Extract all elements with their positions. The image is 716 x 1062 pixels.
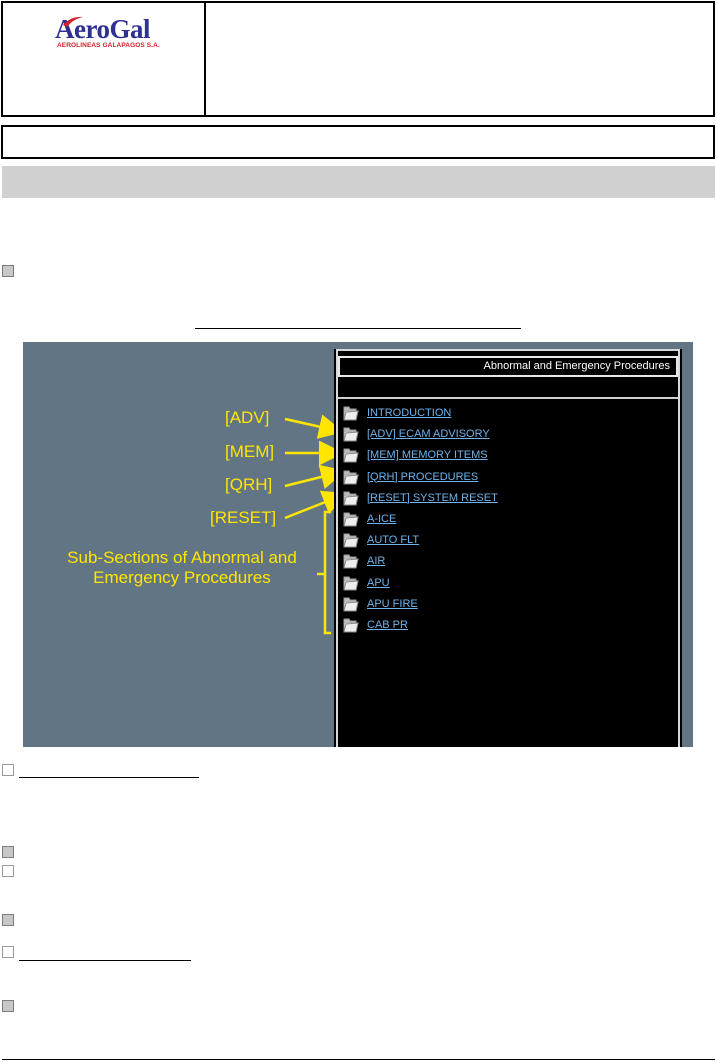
logo-tagline: AEROLINEAS GALAPAGOS S.A. bbox=[57, 42, 160, 49]
menu-item-label[interactable]: CAB PR bbox=[367, 619, 408, 631]
header-title-bar bbox=[1, 125, 715, 159]
header-logo-cell: AeroGal AEROLINEAS GALAPAGOS S.A. bbox=[1, 1, 206, 117]
header-info-cell bbox=[204, 1, 715, 117]
folder-icon bbox=[342, 405, 360, 422]
menu-item-label[interactable]: INTRODUCTION bbox=[367, 407, 451, 419]
menu-item-label[interactable]: [QRH] PROCEDURES bbox=[367, 471, 478, 483]
procedures-screen: Abnormal and Emergency Procedures INTROD… bbox=[334, 349, 682, 747]
checkbox-icon[interactable] bbox=[2, 1000, 14, 1012]
callout-qrh: [QRH] bbox=[225, 475, 273, 494]
menu-item-label[interactable]: AIR bbox=[367, 555, 385, 567]
callout-reset: [RESET] bbox=[210, 508, 277, 527]
folder-icon bbox=[342, 490, 360, 507]
checkbox-icon[interactable] bbox=[2, 914, 14, 926]
menu-item-label[interactable]: APU FIRE bbox=[367, 598, 418, 610]
checkbox-icon[interactable] bbox=[2, 865, 14, 877]
folder-icon bbox=[342, 596, 360, 613]
menu-item-label[interactable]: [ADV] ECAM ADVISORY bbox=[367, 428, 490, 440]
screen-title: Abnormal and Emergency Procedures bbox=[338, 356, 678, 377]
callout-subsections: Sub-Sections of Abnormal and Emergency P… bbox=[67, 548, 297, 587]
aerogal-swoosh-icon bbox=[63, 16, 83, 27]
caption-underline bbox=[195, 328, 521, 329]
footer-rule bbox=[2, 1059, 715, 1060]
menu-item-label[interactable]: [MEM] MEMORY ITEMS bbox=[367, 449, 488, 461]
section-heading-band bbox=[2, 166, 715, 198]
abnormal-procedures-figure: [ADV] [MEM] [QRH] [RESET] Sub-Sections o… bbox=[23, 342, 693, 747]
folder-icon bbox=[342, 469, 360, 486]
folder-icon bbox=[342, 617, 360, 634]
menu-item-label[interactable]: A-ICE bbox=[367, 513, 396, 525]
menu-item-label[interactable]: AUTO FLT bbox=[367, 534, 419, 546]
link-underline bbox=[19, 777, 199, 778]
menu-item-label[interactable]: [RESET] SYSTEM RESET bbox=[367, 492, 498, 504]
link-underline bbox=[19, 960, 191, 961]
screen-divider bbox=[338, 397, 678, 399]
checkbox-icon[interactable] bbox=[2, 265, 14, 277]
checkbox-icon[interactable] bbox=[2, 764, 14, 776]
checkbox-icon[interactable] bbox=[2, 946, 14, 958]
folder-icon bbox=[342, 511, 360, 528]
company-logo: AeroGal AEROLINEAS GALAPAGOS S.A. bbox=[55, 15, 175, 55]
folder-icon bbox=[342, 553, 360, 570]
folder-icon bbox=[342, 575, 360, 592]
folder-icon bbox=[342, 532, 360, 549]
folder-icon bbox=[342, 447, 360, 464]
checkbox-icon[interactable] bbox=[2, 846, 14, 858]
callout-mem: [MEM] bbox=[225, 442, 275, 461]
callout-adv: [ADV] bbox=[225, 408, 270, 427]
folder-icon bbox=[342, 426, 360, 443]
menu-item-label[interactable]: APU bbox=[367, 577, 390, 589]
